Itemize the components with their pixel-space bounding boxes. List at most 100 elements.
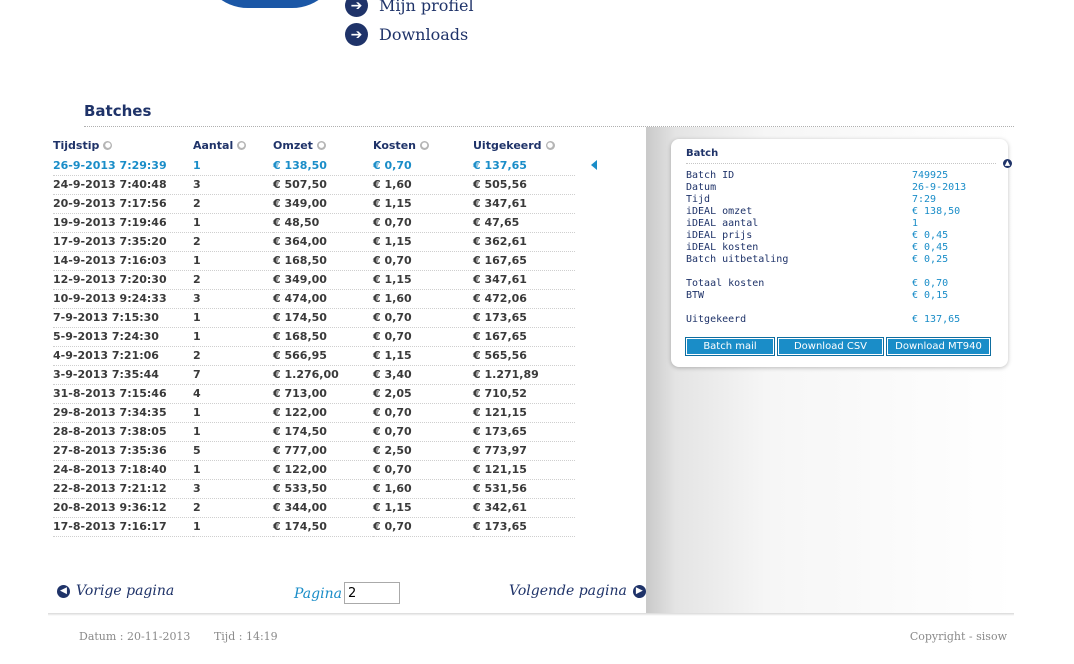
cell-aantal: 1 xyxy=(193,460,273,480)
page-number-input[interactable] xyxy=(344,582,400,604)
nav-item-mijn-profiel[interactable]: ➔ Mijn profiel xyxy=(345,0,474,19)
sort-icon[interactable]: ● xyxy=(420,141,429,150)
previous-page-link[interactable]: ◀ Vorige pagina xyxy=(52,583,174,599)
next-page-link[interactable]: Volgende pagina ▶ xyxy=(509,583,652,599)
cell-omzet: € 174,50 xyxy=(273,517,373,537)
arrow-right-icon: ▶ xyxy=(632,584,646,598)
sort-icon[interactable]: ● xyxy=(316,141,326,150)
cell-kosten: € 0,70 xyxy=(373,460,473,480)
column-header-kosten[interactable]: Kosten ● xyxy=(373,134,473,156)
table-row[interactable]: 20-8-2013 9:36:12 2 € 344,00 € 1,15 € 342,61 xyxy=(53,498,575,518)
cell-aantal: 1 xyxy=(193,327,273,347)
table-row[interactable]: 14-9-2013 7:16:03 1 € 168,50 € 0,70 € 167,65 xyxy=(53,251,575,271)
cell-uitgekeerd: € 47,65 xyxy=(473,213,575,233)
batch-detail-card: Batch ▲ Batch ID 749925 Datum 26-9-2013 Tijd… xyxy=(671,139,1012,367)
table-row[interactable]: 17-9-2013 7:35:20 2 € 364,00 € 1,15 € 362,61 xyxy=(53,232,575,252)
table-row[interactable]: 29-8-2013 7:34:35 1 € 122,00 € 0,70 € 121,15 xyxy=(53,403,575,423)
table-row[interactable]: 31-8-2013 7:15:46 4 € 713,00 € 2,05 € 710,52 xyxy=(53,384,575,404)
top-navigation: ➔ Mijn profiel ➔ Downloads xyxy=(345,0,474,50)
cell-tijdstip: 17-8-2013 7:16:17 xyxy=(53,517,193,537)
cell-uitgekeerd: € 173,65 xyxy=(473,422,575,442)
previous-page-label: Vorige pagina xyxy=(76,583,175,599)
batch-mail-button[interactable]: Batch mail xyxy=(685,337,775,356)
table-row[interactable]: 22-8-2013 7:21:12 3 € 533,50 € 1,60 € 531,56 xyxy=(53,479,575,499)
detail-value: 1 xyxy=(912,218,919,229)
table-row[interactable]: 3-9-2013 7:35:44 7 € 1.276,00 € 3,40 € 1.271… xyxy=(53,365,575,385)
cell-omzet: € 507,50 xyxy=(273,175,373,195)
table-body: 26-9-2013 7:29:39 1 € 138,50 € 0,70 € 137,65… xyxy=(53,156,575,537)
detail-value: 26-9-2013 xyxy=(912,182,967,193)
cell-kosten: € 0,70 xyxy=(373,308,473,328)
cell-uitgekeerd: € 531,56 xyxy=(473,479,575,499)
cell-uitgekeerd: € 1.271,89 xyxy=(473,365,575,385)
cell-kosten: € 1,15 xyxy=(373,232,473,252)
cell-tijdstip: 31-8-2013 7:15:46 xyxy=(53,384,193,404)
cell-uitgekeerd: € 347,61 xyxy=(473,194,575,214)
detail-row: iDEAL kosten € 0,45 xyxy=(686,242,986,254)
footer-time: Tijd : 14:19 xyxy=(213,630,278,643)
detail-row: Totaal kosten € 0,70 xyxy=(686,278,986,290)
collapse-up-icon[interactable]: ▲ xyxy=(1003,159,1012,168)
cell-aantal: 2 xyxy=(193,270,273,290)
cell-tijdstip: 3-9-2013 7:35:44 xyxy=(53,365,193,385)
download-mt940-button[interactable]: Download MT940 xyxy=(886,337,991,356)
detail-value: € 0,15 xyxy=(912,290,949,301)
table-row[interactable]: 27-8-2013 7:35:36 5 € 777,00 € 2,50 € 773,97 xyxy=(53,441,575,461)
cell-omzet: € 533,50 xyxy=(273,479,373,499)
detail-key: iDEAL omzet xyxy=(686,206,753,217)
cell-kosten: € 0,70 xyxy=(373,422,473,442)
cell-tijdstip: 27-8-2013 7:35:36 xyxy=(53,441,193,461)
cell-omzet: € 349,00 xyxy=(273,194,373,214)
detail-value: € 0,45 xyxy=(912,230,949,241)
cell-tijdstip: 12-9-2013 7:20:30 xyxy=(53,270,193,290)
detail-spacer xyxy=(686,266,986,278)
table-row[interactable]: 7-9-2013 7:15:30 1 € 174,50 € 0,70 € 173,65 xyxy=(53,308,575,328)
table-row[interactable]: 5-9-2013 7:24:30 1 € 168,50 € 0,70 € 167,65 xyxy=(53,327,575,347)
detail-key: Datum xyxy=(686,182,717,193)
column-header-tijdstip[interactable]: Tijdstip ● xyxy=(53,134,193,156)
table-row[interactable]: 17-8-2013 7:16:17 1 € 174,50 € 0,70 € 173,65 xyxy=(53,517,575,537)
column-header-aantal[interactable]: Aantal ● xyxy=(193,134,273,156)
cell-kosten: € 1,15 xyxy=(373,498,473,518)
panel-bottom-shadow xyxy=(48,613,1014,616)
table-row[interactable]: 10-9-2013 9:24:33 3 € 474,00 € 1,60 € 472,06 xyxy=(53,289,575,309)
cell-uitgekeerd: € 472,06 xyxy=(473,289,575,309)
selected-row-indicator-icon xyxy=(591,160,597,170)
arrow-left-icon: ◀ xyxy=(57,584,70,598)
cell-omzet: € 474,00 xyxy=(273,289,373,309)
table-row[interactable]: 24-8-2013 7:18:40 1 € 122,00 € 0,70 € 121,15 xyxy=(53,460,575,480)
nav-item-downloads[interactable]: ➔ Downloads xyxy=(345,21,474,48)
cell-uitgekeerd: € 167,65 xyxy=(473,251,575,271)
cell-omzet: € 349,00 xyxy=(273,270,373,290)
download-csv-button[interactable]: Download CSV xyxy=(777,337,884,356)
table-row[interactable]: 26-9-2013 7:29:39 1 € 138,50 € 0,70 € 137,65 xyxy=(53,156,575,176)
table-row[interactable]: 19-9-2013 7:19:46 1 € 48,50 € 0,70 € 47,65 xyxy=(53,213,575,233)
cell-aantal: 7 xyxy=(193,365,273,385)
cell-kosten: € 1,60 xyxy=(373,175,473,195)
cell-tijdstip: 5-9-2013 7:24:30 xyxy=(53,327,193,347)
sort-icon[interactable]: ● xyxy=(103,141,113,150)
cell-aantal: 2 xyxy=(193,232,273,252)
cell-uitgekeerd: € 565,56 xyxy=(473,346,575,366)
detail-row: Uitgekeerd € 137,65 xyxy=(686,314,986,326)
detail-row: iDEAL prijs € 0,45 xyxy=(686,230,986,242)
detail-key: Batch ID xyxy=(686,170,735,181)
cell-kosten: € 0,70 xyxy=(373,327,473,347)
table-row[interactable]: 28-8-2013 7:38:05 1 € 174,50 € 0,70 € 173,65 xyxy=(53,422,575,442)
sort-icon[interactable]: ● xyxy=(237,141,247,150)
table-row[interactable]: 4-9-2013 7:21:06 2 € 566,95 € 1,15 € 565,56 xyxy=(53,346,575,366)
column-header-uitgekeerd[interactable]: Uitgekeerd ● xyxy=(473,134,575,156)
table-row[interactable]: 12-9-2013 7:20:30 2 € 349,00 € 1,15 € 347,61 xyxy=(53,270,575,290)
table-row[interactable]: 24-9-2013 7:40:48 3 € 507,50 € 1,60 € 505,56 xyxy=(53,175,575,195)
column-header-omzet[interactable]: Omzet ● xyxy=(273,134,373,156)
card-actions: Batch mail Download CSV Download MT940 xyxy=(685,337,994,356)
detail-key: BTW xyxy=(686,290,705,301)
cell-uitgekeerd: € 773,97 xyxy=(473,441,575,461)
cell-tijdstip: 22-8-2013 7:21:12 xyxy=(53,479,193,499)
sort-icon[interactable]: ● xyxy=(545,141,555,150)
cell-omzet: € 122,00 xyxy=(273,460,373,480)
detail-key: iDEAL kosten xyxy=(686,242,759,253)
table-row[interactable]: 20-9-2013 7:17:56 2 € 349,00 € 1,15 € 347,61 xyxy=(53,194,575,214)
cell-tijdstip: 24-8-2013 7:18:40 xyxy=(53,460,193,480)
cell-kosten: € 0,70 xyxy=(373,403,473,423)
